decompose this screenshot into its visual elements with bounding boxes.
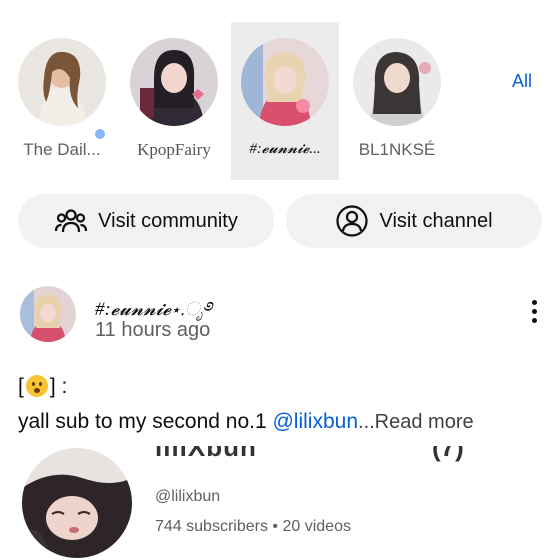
- channel-chip-kpopfairy[interactable]: KpopFairy: [120, 22, 228, 180]
- embedded-channel-stats: 744 subscribers • 20 videos: [155, 518, 351, 536]
- visit-community-label: Visit community: [98, 209, 238, 232]
- channel-avatar: [130, 38, 218, 126]
- post-text: yall sub to my second no.1: [18, 410, 273, 433]
- channel-avatar: [241, 38, 329, 126]
- hushed-face-emoji-icon: [25, 375, 48, 397]
- meta-separator: •: [272, 518, 279, 535]
- video-count: 20 videos: [282, 518, 351, 535]
- channel-chip-the-daily[interactable]: The Dail...: [8, 22, 116, 180]
- channel-name: BL1NKSÉ: [358, 140, 436, 159]
- post-bracket-close: ] :: [49, 375, 68, 398]
- embedded-channel-title[interactable]: liliXbun: [155, 446, 257, 466]
- channel-avatar: [18, 38, 106, 126]
- embedded-channel-avatar[interactable]: [22, 448, 132, 558]
- post-author-avatar[interactable]: [20, 286, 76, 342]
- channel-name: KpopFairy: [137, 140, 211, 159]
- channel-avatar: [353, 38, 441, 126]
- embedded-channel-title-suffix: (7): [432, 446, 464, 462]
- all-subscriptions-link[interactable]: All: [512, 71, 532, 92]
- more-options-icon[interactable]: [526, 300, 542, 330]
- post-text-line-2: yall sub to my second no.1 @lilixbun...R…: [18, 410, 474, 434]
- channel-name: The Dail...: [23, 140, 101, 159]
- people-icon: [54, 204, 88, 238]
- post-timestamp: 11 hours ago: [95, 319, 211, 341]
- visit-community-button[interactable]: Visit community: [18, 194, 274, 248]
- embedded-channel-handle: @lilixbun: [155, 488, 221, 505]
- read-more-link[interactable]: ...Read more: [358, 411, 474, 433]
- visit-channel-label: Visit channel: [379, 209, 493, 232]
- post-bracket-open: [: [18, 375, 24, 398]
- channel-chip-bl1nkse[interactable]: BL1NKSÉ: [343, 22, 451, 180]
- mention-link[interactable]: @lilixbun: [272, 410, 358, 433]
- channel-chip-eunnie[interactable]: #:𝓮𝓾𝓷𝓷𝓲𝓮...: [231, 22, 339, 180]
- subscriptions-strip: The Dail... KpopFairy #:𝓮𝓾𝓷𝓷𝓲𝓮... BL1NKS…: [0, 0, 560, 182]
- post-text-line-1: [ ] :: [18, 375, 67, 399]
- visit-channel-button[interactable]: Visit channel: [286, 194, 542, 248]
- account-circle-icon: [335, 204, 369, 238]
- subscriber-count: 744 subscribers: [155, 518, 268, 535]
- channel-name: #:𝓮𝓾𝓷𝓷𝓲𝓮...: [249, 141, 321, 157]
